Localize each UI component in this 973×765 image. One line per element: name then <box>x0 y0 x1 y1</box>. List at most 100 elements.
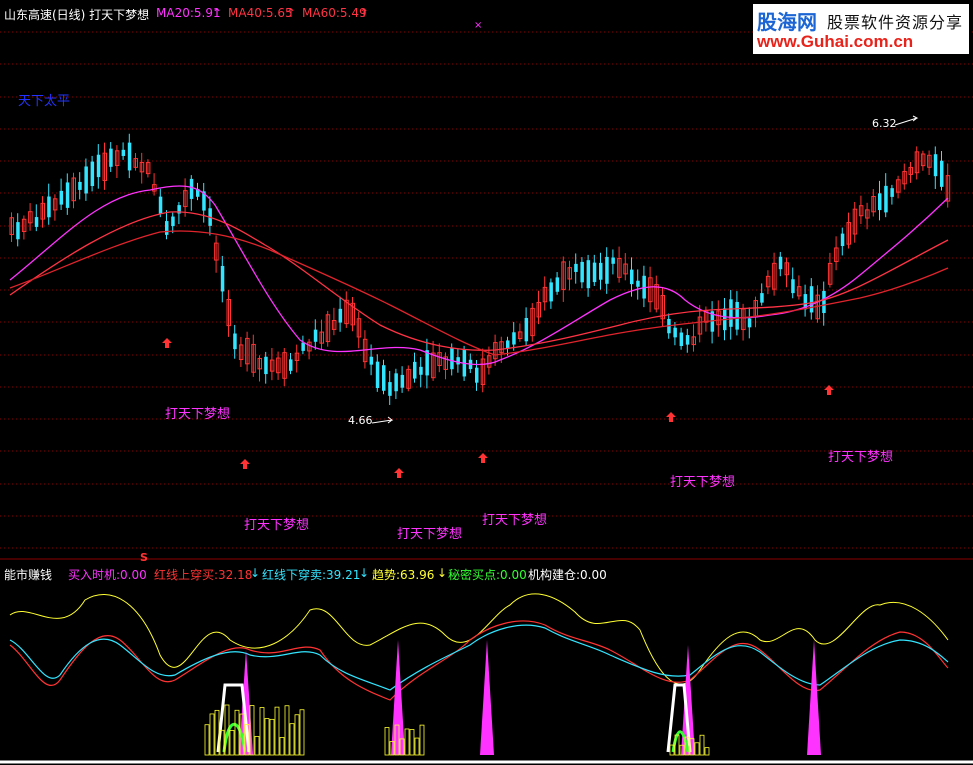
candle-body <box>301 342 305 351</box>
candle-body <box>574 263 578 272</box>
candle-body <box>16 222 20 240</box>
down-arrow-icon: ↓ <box>437 566 448 580</box>
ma20-label: MA20:5.91 <box>156 6 221 20</box>
candle-body <box>611 257 615 264</box>
candle-body <box>512 332 516 345</box>
signal-label: 打天下梦想 <box>482 513 548 528</box>
candle-body <box>549 282 553 302</box>
ma60-line <box>9 230 949 356</box>
signal-label: 打天下梦想 <box>828 450 894 465</box>
high-pointer <box>894 115 919 126</box>
sell-s-marker: S <box>140 551 148 564</box>
low-pointer <box>371 416 394 424</box>
ma60-label: MA60:5.49 <box>302 6 367 20</box>
indicator-title: 能市赚钱 <box>4 568 53 582</box>
buy-arrow-icon <box>240 459 250 469</box>
signal-label: 打天下梦想 <box>397 527 463 542</box>
volume-bar <box>419 724 425 756</box>
buy-arrow-icon <box>478 453 488 463</box>
ma40-label: MA40:5.65 <box>228 6 293 20</box>
candle-body <box>630 269 634 285</box>
candle-body <box>524 318 529 342</box>
logo-url: www.Guhai.com.cn <box>757 32 914 51</box>
volume-bar <box>209 713 215 756</box>
volume-bar <box>254 736 260 756</box>
volume-bar <box>264 718 270 756</box>
candle-body <box>636 280 640 287</box>
down-arrow-icon: ↓ <box>250 566 261 580</box>
chart-canvas[interactable] <box>0 0 973 765</box>
volume-bar <box>404 728 410 756</box>
candle-body <box>884 185 888 213</box>
logo-slogan: 股票软件资源分享 <box>827 13 964 32</box>
candle-body <box>233 333 237 350</box>
ma40-arrow-icon: ↑ <box>286 6 297 20</box>
cross-marker-icon: × <box>474 20 483 31</box>
volume-bar <box>699 734 705 756</box>
candle-body <box>735 301 739 330</box>
trend-label: 趋势:63.96 <box>372 568 435 582</box>
candle-body <box>425 350 429 376</box>
candle-body <box>586 260 591 289</box>
moving-average-lines <box>9 115 949 424</box>
logo-name: 股海网 <box>757 10 817 34</box>
candle-body <box>791 279 795 294</box>
candle-body <box>109 148 113 167</box>
buy-timing-label: 买入时机:0.00 <box>68 568 147 582</box>
watermark-label: 天下太平 <box>18 94 71 109</box>
candle-body <box>940 160 944 187</box>
volume-bar <box>229 730 235 756</box>
down-arrow-icon: ↓ <box>359 566 370 580</box>
price-grid <box>0 31 973 549</box>
candle-body <box>382 365 386 391</box>
signal-label: 打天下梦想 <box>670 475 736 490</box>
volume-bar <box>234 709 240 756</box>
candle-body <box>400 374 405 388</box>
candle-body <box>165 221 169 235</box>
candle-body <box>90 161 95 187</box>
site-logo: 股海网 股票软件资源分享 www.Guhai.com.cn <box>753 4 969 54</box>
candle-body <box>679 332 684 347</box>
candle-body <box>890 188 894 197</box>
candle-body <box>34 217 39 227</box>
indicator-panel <box>9 593 949 756</box>
chart-title: 山东高速(日线) 打天下梦想 <box>4 8 150 22</box>
candle-body <box>840 233 845 247</box>
candle-body <box>878 193 882 211</box>
candle-body <box>933 154 938 177</box>
stock-chart-window: 山东高速(日线) 打天下梦想 MA20:5.91 ↑ MA40:5.65 ↑ M… <box>0 0 973 765</box>
candle-body <box>369 356 374 365</box>
candle-body <box>264 356 268 375</box>
red-cross-up-label: 红线上穿买:32.18 <box>154 568 253 582</box>
volume-bar <box>414 737 420 756</box>
institution-label: 机构建仓:0.00 <box>528 568 607 582</box>
candle-body <box>555 277 560 292</box>
volume-bar <box>284 705 290 756</box>
candle-body <box>450 347 454 370</box>
volume-bar <box>299 709 305 756</box>
low-price-label: 4.66 <box>348 414 373 427</box>
candle-body <box>747 318 752 328</box>
candle-body <box>729 299 733 327</box>
volume-bar <box>694 742 700 756</box>
signal-label: 打天下梦想 <box>244 518 310 533</box>
candle-body <box>475 367 479 383</box>
candle-body <box>289 359 293 371</box>
secret-buy-label: 秘密买点:0.00 <box>448 568 527 582</box>
candle-body <box>822 290 826 314</box>
candle-body <box>592 262 597 283</box>
buy-arrow-icon <box>666 412 676 422</box>
secret-buy-spike <box>807 640 821 755</box>
candle-body <box>506 340 510 349</box>
candle-body <box>809 286 814 313</box>
candle-body <box>375 361 380 389</box>
candle-body <box>760 293 764 303</box>
red-cross-down-label: 红线下穿卖:39.21 <box>262 568 361 582</box>
cyan-line <box>9 624 949 691</box>
candle-body <box>78 181 82 190</box>
candle-body <box>158 196 163 214</box>
candle-body <box>388 382 392 396</box>
candle-body <box>171 216 175 227</box>
candle-body <box>121 149 126 156</box>
ma20-arrow-icon: ↑ <box>212 6 223 20</box>
